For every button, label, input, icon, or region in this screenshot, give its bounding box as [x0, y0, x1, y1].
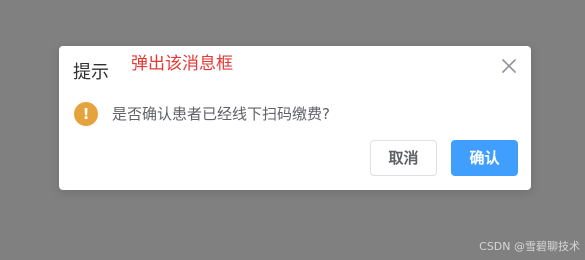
annotation-text: 弹出该消息框 [131, 54, 233, 74]
warning-icon: ! [74, 102, 98, 126]
watermark-text: CSDN @雪碧聊技术 [479, 240, 580, 253]
dialog-message: 是否确认患者已经线下扫码缴费? [112, 105, 330, 123]
cancel-button[interactable]: 取消 [370, 140, 437, 176]
confirm-button[interactable]: 确认 [451, 140, 518, 176]
close-icon [500, 57, 518, 75]
message-box-dialog: 提示 弹出该消息框 ! 是否确认患者已经线下扫码缴费? 取消 确认 [59, 46, 531, 190]
dialog-title: 提示 [73, 62, 109, 83]
close-button[interactable] [500, 57, 518, 75]
